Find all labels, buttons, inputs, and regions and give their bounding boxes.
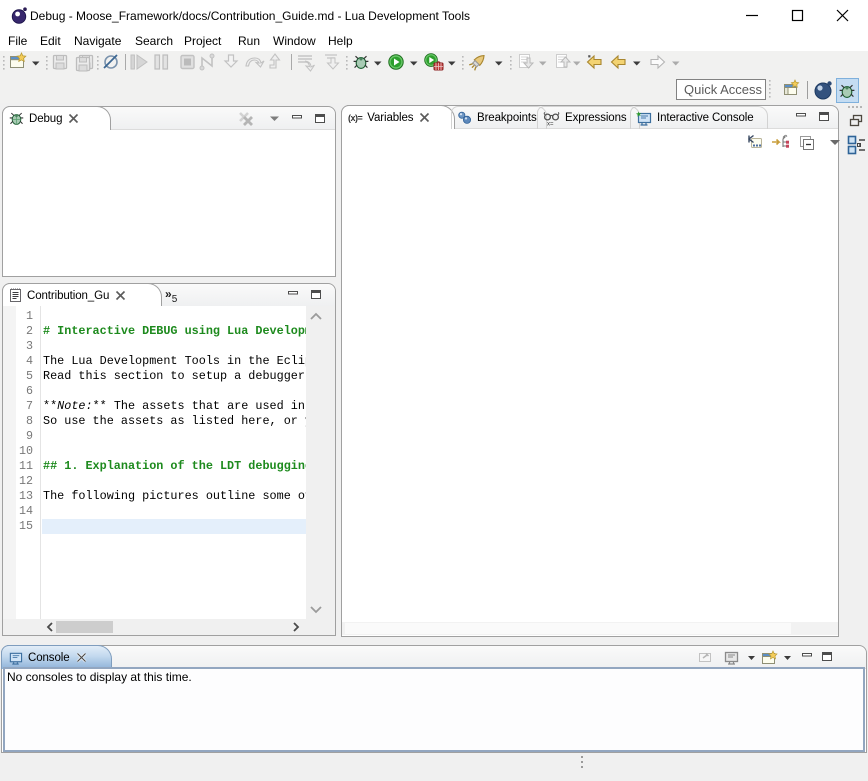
svg-text:x=: x=: [547, 121, 554, 126]
